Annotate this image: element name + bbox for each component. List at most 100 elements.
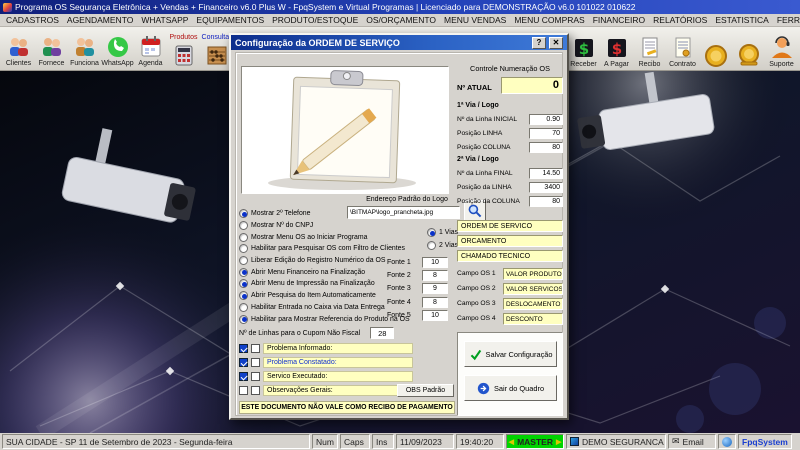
app-icon xyxy=(3,3,12,12)
atual-label: Nº ATUAL xyxy=(457,83,492,92)
funcionarios-button[interactable]: Funciona xyxy=(68,28,101,69)
fornecedores-button[interactable]: Fornece xyxy=(35,28,68,69)
posicao-coluna-row: Posição COLUNA80 xyxy=(457,142,563,154)
money-in-icon: $ xyxy=(571,35,597,61)
checkbox-icon xyxy=(251,358,260,367)
clientes-button[interactable]: Clientes xyxy=(2,28,35,69)
suppliers-icon xyxy=(39,34,65,60)
produtos-button[interactable]: Produtos xyxy=(167,28,200,69)
sair-do-quadro-button[interactable]: Sair do Quadro xyxy=(464,375,557,401)
dialog-titlebar[interactable]: Configuração da ORDEM DE SERVIÇO ? ✕ xyxy=(231,35,567,50)
via-2-option[interactable]: 2 Vias xyxy=(427,239,458,252)
menu-estatistica[interactable]: ESTATISTICA xyxy=(711,15,773,25)
posicao-coluna-field[interactable]: 80 xyxy=(529,142,563,153)
menu-compras[interactable]: MENU COMPRAS xyxy=(510,15,588,25)
campo-os-4-row: Campo OS 4DESCONTO xyxy=(457,313,563,325)
numeracao-header: Controle Numeração OS xyxy=(457,64,563,73)
problema-constatado-row[interactable]: Problema Constatado: xyxy=(239,356,457,370)
status-brand: FpqSystem xyxy=(738,434,792,449)
status-globe xyxy=(718,434,736,449)
help-icon[interactable]: ? xyxy=(532,37,546,49)
config-os-dialog: Configuração da ORDEM DE SERVIÇO ? ✕ xyxy=(229,33,569,420)
menu-cadastros[interactable]: CADASTROS xyxy=(2,15,63,25)
menu-os-orcamento[interactable]: OS/ORÇAMENTO xyxy=(362,15,440,25)
contrato-button[interactable]: Contrato xyxy=(666,28,699,70)
numeracao-panel: Controle Numeração OS Nº ATUAL 0 1ª Via … xyxy=(457,50,565,418)
linha-inicial-field[interactable]: 0.90 xyxy=(529,114,563,125)
menu-equipamentos[interactable]: EQUIPAMENTOS xyxy=(192,15,268,25)
posicao-linha2-row: Posição da LINHA3400 xyxy=(457,182,563,194)
menu-ferramentas[interactable]: FERRAMENTAS xyxy=(773,15,800,25)
agenda-button[interactable]: Agenda xyxy=(134,28,167,69)
coin-button-1[interactable] xyxy=(699,28,732,70)
servico-executado-row[interactable]: Servico Executado: xyxy=(239,370,457,384)
radio-icon xyxy=(427,228,436,237)
fontes-group: Fonte 110 Fonte 28 Fonte 39 Fonte 48 Fon… xyxy=(387,256,448,322)
via-1-option[interactable]: 1 Vias xyxy=(427,226,458,239)
option-menu-os-iniciar[interactable]: Mostrar Menu OS ao Iniciar Programa xyxy=(239,231,457,243)
linha-final-field[interactable]: 14.50 xyxy=(529,168,563,179)
posicao-linha2-field[interactable]: 3400 xyxy=(529,182,563,193)
checkbox-icon xyxy=(239,386,248,395)
chamado-tecnico-field[interactable]: CHAMADO TECNICO xyxy=(457,250,563,262)
envelope-icon: ✉ xyxy=(672,437,680,446)
campo-os-4-field[interactable]: DESCONTO xyxy=(503,313,563,325)
employees-icon xyxy=(72,34,98,60)
recibo-button[interactable]: Recibo xyxy=(633,28,666,70)
linhas-cupom-row: Nº de Linhas para o Cupom Não Fiscal 28 xyxy=(239,327,394,339)
status-location: SUA CIDADE - SP 11 de Setembro de 2023 -… xyxy=(2,434,310,449)
obs-padrao-button[interactable]: OBS Padrão xyxy=(397,384,454,397)
linha-final-row: Nº da Linha FINAL14.50 xyxy=(457,168,563,180)
status-email[interactable]: ✉ Email xyxy=(668,434,716,449)
contract-icon xyxy=(670,35,696,61)
campo-os-1-row: Campo OS 1VALOR PRODUTOS xyxy=(457,268,563,280)
abacus-icon xyxy=(204,42,230,68)
salvar-configuracao-button[interactable]: Salvar Configuração xyxy=(464,341,557,367)
suporte-button[interactable]: Suporte xyxy=(765,28,798,70)
menu-bar: CADASTROS AGENDAMENTO WHATSAPP EQUIPAMEN… xyxy=(0,14,800,27)
status-master-badge: MASTER xyxy=(506,434,564,449)
menu-financeiro[interactable]: FINANCEIRO xyxy=(589,15,649,25)
apagar-button[interactable]: $ A Pagar xyxy=(600,28,633,70)
posicao-coluna2-field[interactable]: 80 xyxy=(529,196,563,207)
monitor-icon xyxy=(570,437,579,446)
check-icon xyxy=(469,348,482,361)
ordem-servico-field[interactable]: ORDEM DE SERVICO xyxy=(457,220,563,232)
coin-button-2[interactable] xyxy=(732,28,765,70)
recibo-label: Recibo xyxy=(639,61,661,69)
linhas-cupom-field[interactable]: 28 xyxy=(370,327,394,339)
fonte-1-field[interactable]: 10 xyxy=(422,257,448,268)
option-mostrar-cnpj[interactable]: Mostrar Nº do CNPJ xyxy=(239,220,457,232)
whatsapp-button[interactable]: WhatsApp xyxy=(101,28,134,69)
fonte-3-field[interactable]: 9 xyxy=(422,283,448,294)
fonte-4-field[interactable]: 8 xyxy=(422,297,448,308)
fonte-5-field[interactable]: 10 xyxy=(422,310,448,321)
radio-icon xyxy=(239,209,248,218)
radio-icon xyxy=(239,315,248,324)
orcamento-field[interactable]: ORCAMENTO xyxy=(457,235,563,247)
vias-group: 1 Vias 2 Vias xyxy=(427,226,458,252)
option-pesquisar-filtro[interactable]: Habilitar para Pesquisar OS com Filtro d… xyxy=(239,243,457,255)
fonte-2-field[interactable]: 8 xyxy=(422,270,448,281)
radio-icon xyxy=(239,221,248,230)
problema-informado-row[interactable]: Problema Informado: xyxy=(239,342,457,356)
campo-os-1-field[interactable]: VALOR PRODUTOS xyxy=(503,268,563,280)
menu-agendamento[interactable]: AGENDAMENTO xyxy=(63,15,137,25)
receber-label: Receber xyxy=(570,61,596,69)
fonte-row: Fonte 39 xyxy=(387,282,448,295)
close-icon[interactable]: ✕ xyxy=(549,37,563,49)
menu-relatorios[interactable]: RELATÓRIOS xyxy=(649,15,711,25)
campo-os-2-row: Campo OS 2VALOR SERVICOS xyxy=(457,283,563,295)
menu-vendas[interactable]: MENU VENDAS xyxy=(440,15,510,25)
menu-whatsapp[interactable]: WHATSAPP xyxy=(137,15,192,25)
window-title: Programa OS Segurança Eletrônica + Venda… xyxy=(15,2,636,12)
calculator-icon xyxy=(171,42,197,68)
atual-field[interactable]: 0 xyxy=(501,77,563,94)
receber-button[interactable]: $ Receber xyxy=(567,28,600,70)
campo-os-3-field[interactable]: DESLOCAMENTO xyxy=(503,298,563,310)
posicao-linha-field[interactable]: 70 xyxy=(529,128,563,139)
dialog-body: Endereço Padrão do Logo \BITMAP\logo_pra… xyxy=(231,50,567,418)
option-mostrar-2-telefone[interactable]: Mostrar 2º Telefone xyxy=(239,208,457,220)
menu-produto-estoque[interactable]: PRODUTO/ESTOQUE xyxy=(268,15,362,25)
campo-os-2-field[interactable]: VALOR SERVICOS xyxy=(503,283,563,295)
